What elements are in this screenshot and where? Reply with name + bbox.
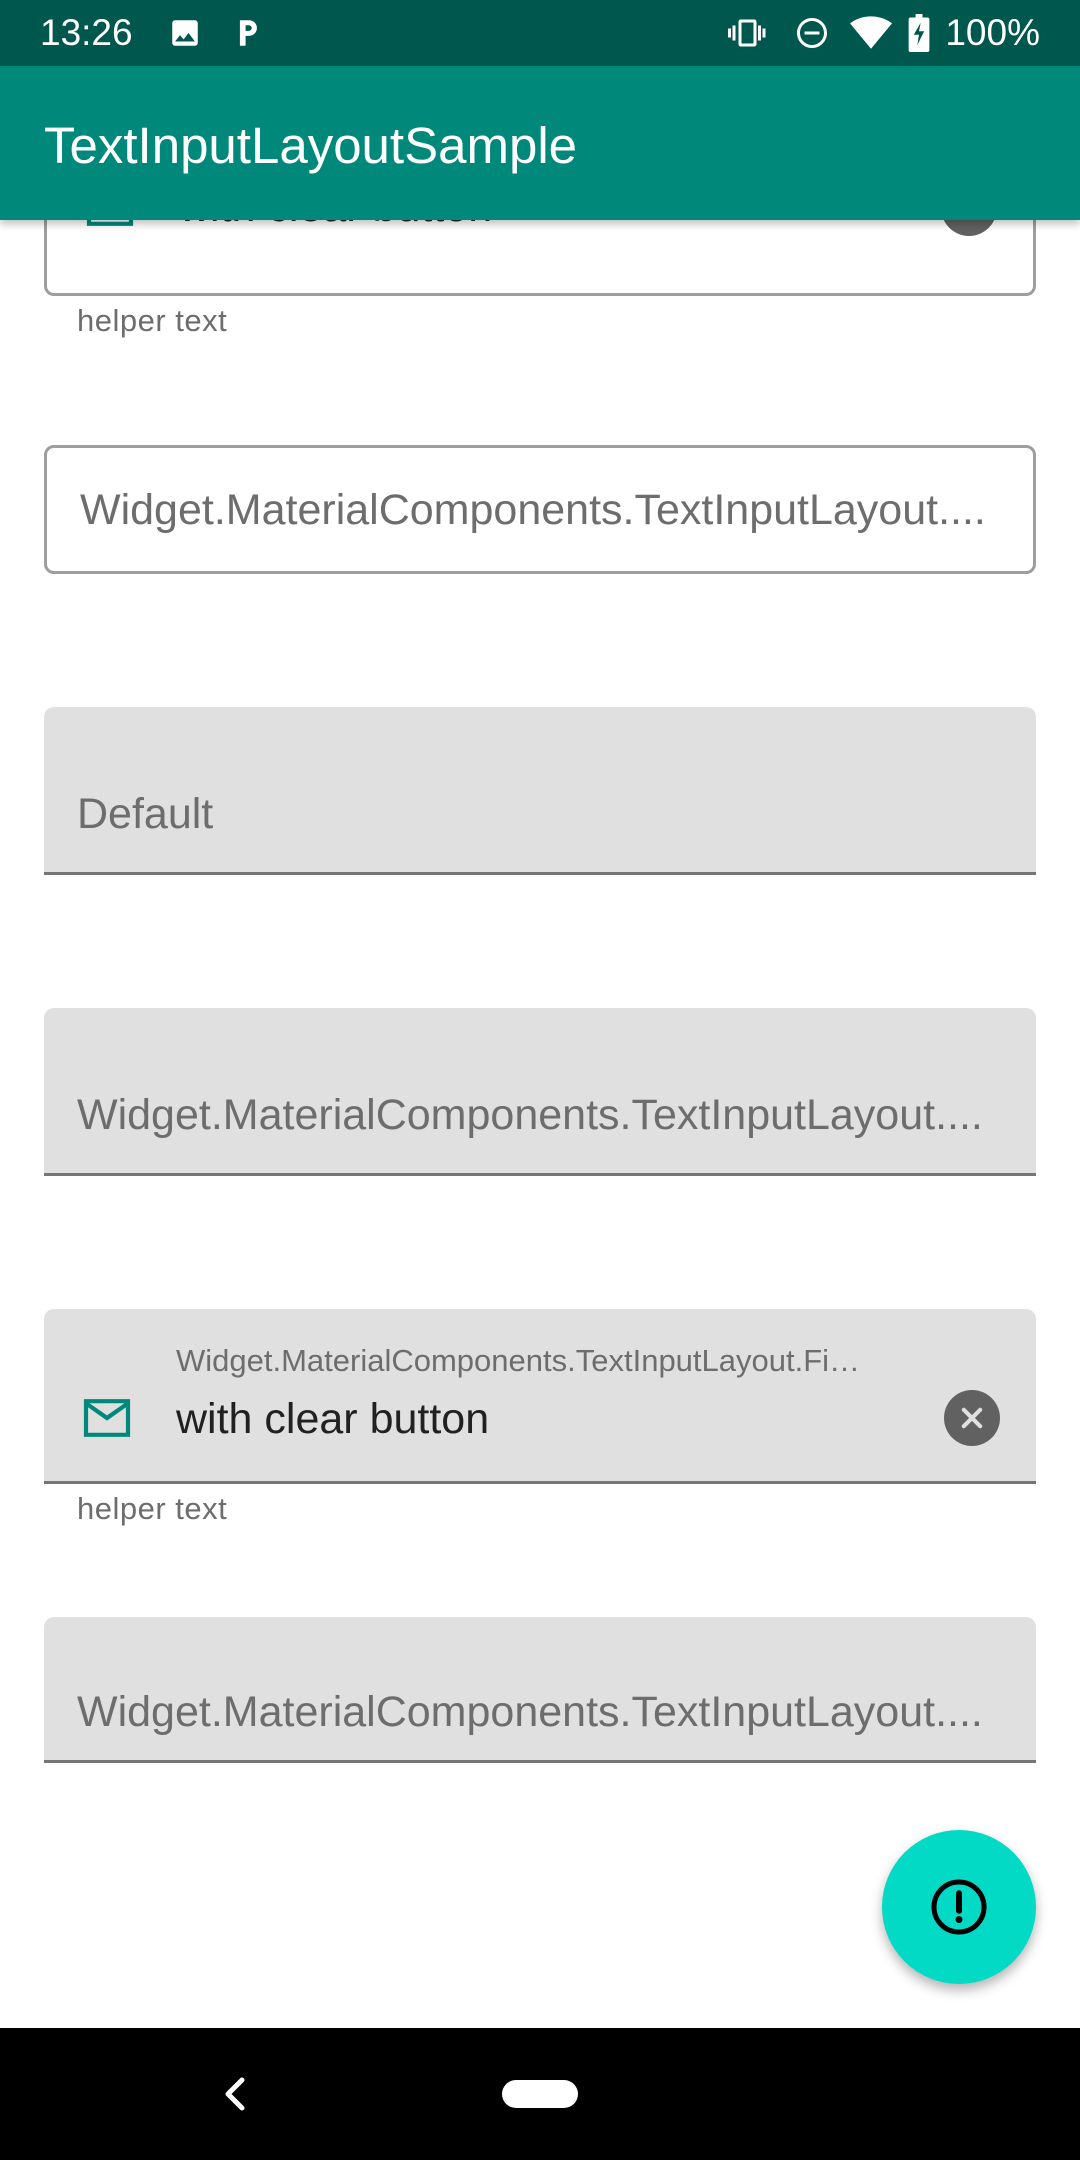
form-content[interactable]: with clear button helper text Widget.Mat…: [0, 220, 1080, 2028]
clear-icon[interactable]: [944, 1390, 1000, 1446]
battery-charging-icon: [908, 14, 930, 52]
text-field-value: with clear button: [179, 220, 492, 233]
status-time: 13:26: [40, 12, 133, 53]
text-field-hint: Default: [77, 790, 214, 838]
helper-text: helper text: [77, 1491, 228, 1526]
text-field-hint: Widget.MaterialComponents.TextInputLayou…: [77, 1688, 983, 1736]
image-icon: [168, 15, 202, 51]
text-field-outlined-clear[interactable]: with clear button: [44, 220, 1036, 296]
alert-fab-button[interactable]: [882, 1830, 1036, 1984]
system-nav-bar: [0, 2028, 1080, 2160]
mail-icon: [83, 1399, 131, 1437]
text-field-value: with clear button: [176, 1395, 490, 1443]
clear-icon[interactable]: [941, 220, 997, 236]
app-title: TextInputLayoutSample: [44, 117, 578, 174]
app-bar: TextInputLayoutSample: [0, 66, 1080, 220]
text-field-hint: Widget.MaterialComponents.TextInputLayou…: [80, 486, 986, 534]
parking-icon: [230, 15, 264, 51]
text-field-label: Widget.MaterialComponents.TextInputLayou…: [176, 1343, 861, 1378]
text-field-filled-default[interactable]: Default: [44, 707, 1036, 875]
alert-icon: [931, 1879, 987, 1935]
battery-level: 100%: [945, 12, 1040, 53]
text-field-hint: Widget.MaterialComponents.TextInputLayou…: [77, 1091, 983, 1139]
text-field-outlined[interactable]: Widget.MaterialComponents.TextInputLayou…: [44, 445, 1036, 574]
text-field-filled-clear[interactable]: Widget.MaterialComponents.TextInputLayou…: [44, 1309, 1036, 1484]
home-pill-button[interactable]: [502, 2080, 578, 2108]
text-field-filled-last[interactable]: Widget.MaterialComponents.TextInputLayou…: [44, 1617, 1036, 1763]
mail-icon: [86, 220, 134, 226]
wifi-icon: [850, 15, 892, 51]
vibrate-icon: [726, 15, 772, 51]
text-field-filled-style[interactable]: Widget.MaterialComponents.TextInputLayou…: [44, 1008, 1036, 1176]
helper-text: helper text: [77, 303, 228, 338]
do-not-disturb-icon: [794, 15, 830, 51]
status-bar: 13:26 100%: [0, 0, 1080, 66]
back-icon[interactable]: [218, 2074, 252, 2114]
